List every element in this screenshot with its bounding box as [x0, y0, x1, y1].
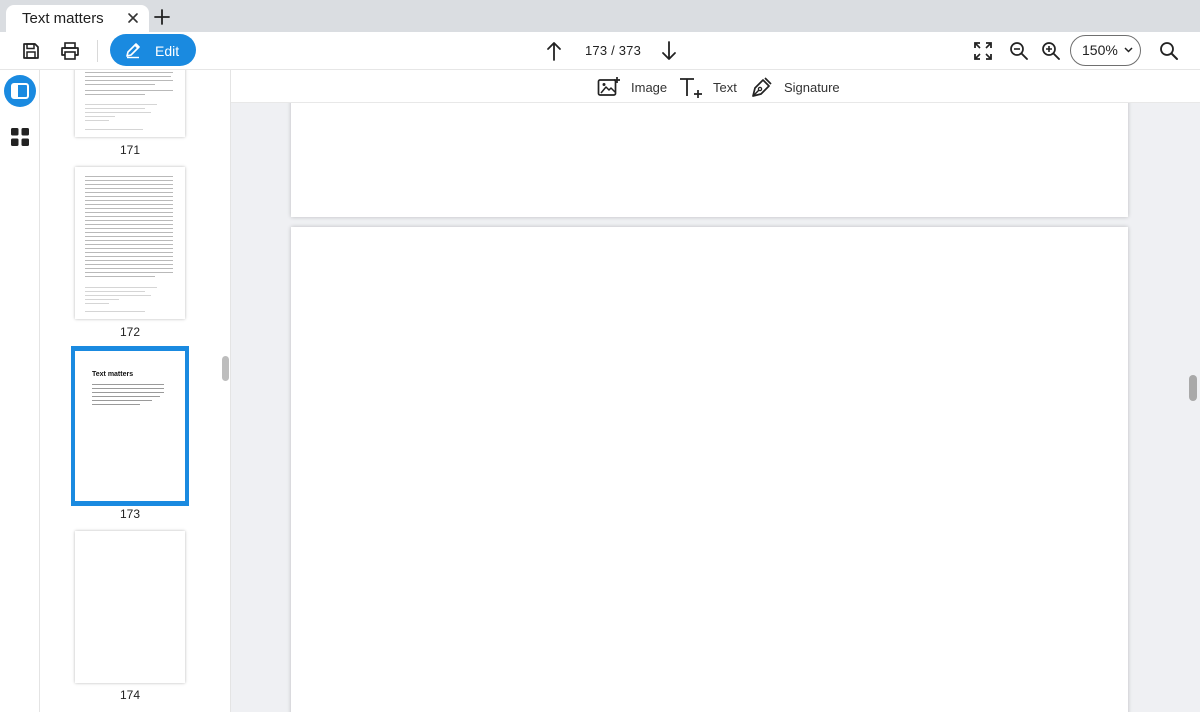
- add-image-button[interactable]: Image: [597, 74, 667, 100]
- document-page-previous: [291, 103, 1128, 217]
- main-toolbar: Edit 173 / 373 150%: [0, 32, 1200, 70]
- thumbnail-heading: Text matters: [92, 371, 134, 378]
- toolbar-divider: [97, 40, 98, 62]
- page-thumbnail-173[interactable]: Text matters: [75, 351, 185, 501]
- next-page-button[interactable]: [657, 39, 681, 63]
- grid-view-icon[interactable]: [11, 128, 29, 146]
- plus-icon[interactable]: [154, 9, 170, 25]
- page-indicator[interactable]: 173 / 373: [585, 43, 641, 58]
- document-viewport[interactable]: [231, 103, 1200, 712]
- search-button[interactable]: [1157, 39, 1181, 63]
- add-signature-button[interactable]: Signature: [750, 74, 840, 100]
- thumbnails-toggle-button[interactable]: [4, 75, 36, 107]
- save-button[interactable]: [19, 39, 43, 63]
- fullscreen-icon: [974, 42, 992, 60]
- edit-button-label: Edit: [155, 43, 180, 59]
- zoom-in-icon: [1042, 42, 1060, 60]
- page-thumbnails-panel: 171 172 Text matters 173 174: [40, 70, 231, 712]
- sidebar-rail: [0, 70, 40, 712]
- page-thumbnail-174[interactable]: [75, 531, 185, 683]
- chevron-down-icon: [1124, 47, 1133, 53]
- fit-page-button[interactable]: [971, 39, 995, 63]
- browser-tab-strip: Text matters: [0, 0, 1200, 32]
- add-text-button[interactable]: Text: [679, 74, 737, 100]
- page-thumbnail-172[interactable]: [75, 167, 185, 319]
- zoom-select[interactable]: 150%: [1070, 35, 1141, 66]
- page-number-171: 171: [119, 143, 141, 157]
- thumbnails-scrollbar[interactable]: [222, 356, 229, 381]
- zoom-out-icon: [1010, 42, 1028, 60]
- document-scrollbar[interactable]: [1189, 375, 1197, 401]
- add-image-icon: [597, 77, 620, 96]
- page-thumbnail-171[interactable]: [75, 70, 185, 137]
- add-text-icon: [680, 78, 702, 98]
- save-icon: [23, 43, 39, 59]
- add-image-label: Image: [631, 79, 668, 95]
- print-button[interactable]: [58, 39, 82, 63]
- page-number-174: 174: [119, 688, 141, 702]
- close-icon[interactable]: [126, 11, 140, 25]
- tab-title: Text matters: [22, 10, 104, 27]
- sidebar-panel-icon: [11, 83, 29, 99]
- page-number-173: 173: [119, 507, 141, 521]
- zoom-value: 150%: [1082, 42, 1118, 58]
- pencil-icon: [126, 43, 140, 59]
- add-text-label: Text: [713, 79, 737, 95]
- search-icon: [1160, 42, 1178, 60]
- add-signature-label: Signature: [784, 79, 840, 95]
- zoom-in-button[interactable]: [1039, 39, 1063, 63]
- arrow-up-icon: [547, 42, 561, 61]
- signature-pen-icon: [752, 77, 772, 97]
- edit-button[interactable]: Edit: [110, 34, 196, 66]
- edit-tools-bar: Image Text Signature: [231, 70, 1200, 103]
- zoom-out-button[interactable]: [1007, 39, 1031, 63]
- printer-icon: [61, 42, 79, 60]
- previous-page-button[interactable]: [542, 39, 566, 63]
- document-page-current: [291, 227, 1128, 712]
- arrow-down-icon: [662, 41, 676, 60]
- document-tab[interactable]: Text matters: [6, 5, 149, 32]
- page-number-172: 172: [119, 325, 141, 339]
